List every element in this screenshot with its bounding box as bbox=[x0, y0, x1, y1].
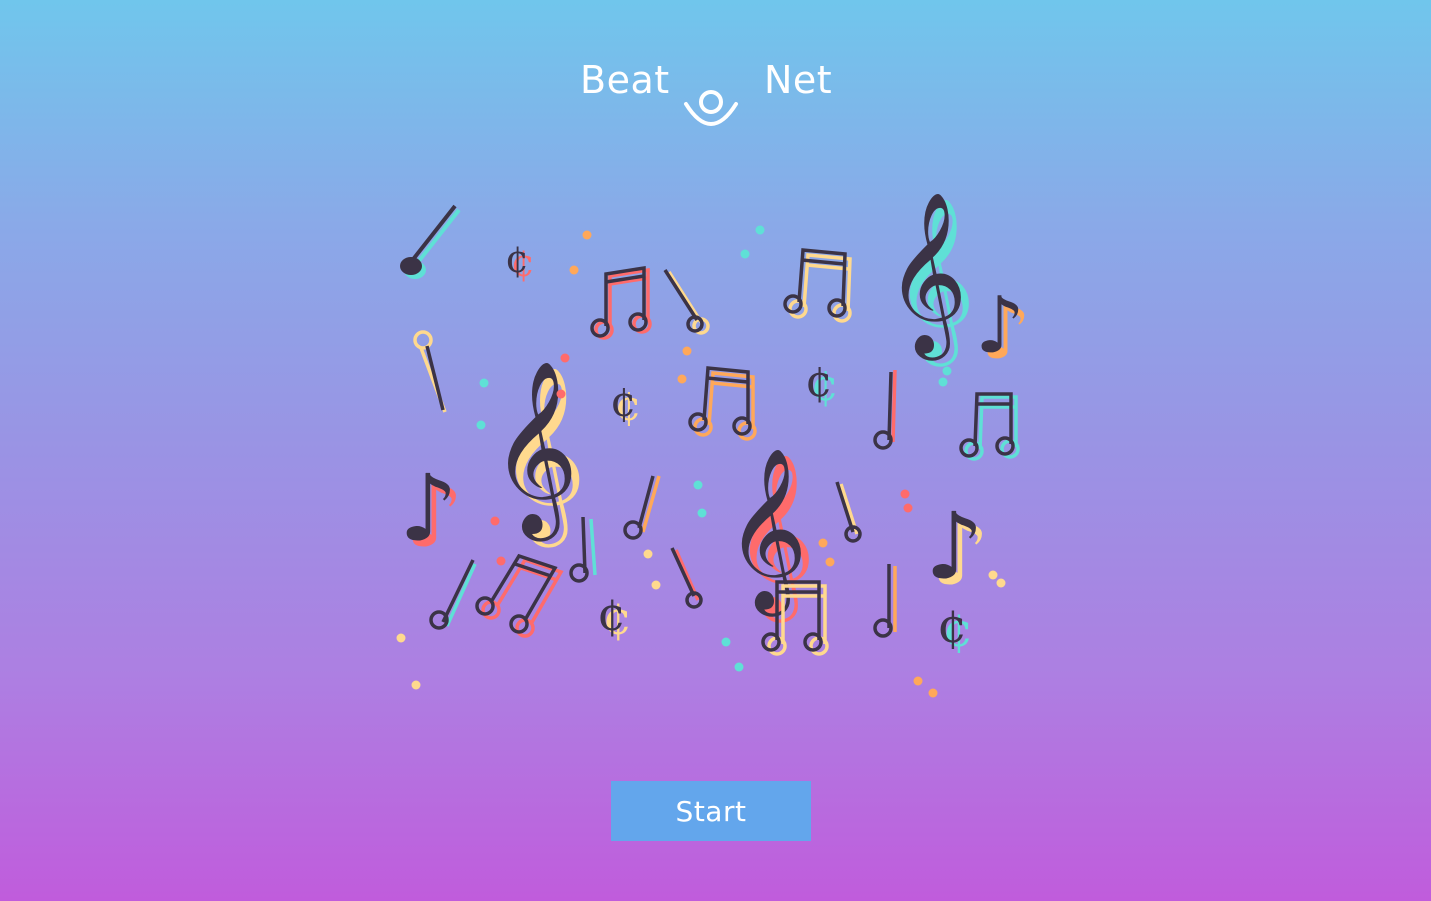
svg-text:𝄞: 𝄞 bbox=[885, 191, 968, 361]
treble-clef-icon: 𝄞 𝄞 bbox=[885, 191, 976, 367]
eighth-note-icon bbox=[400, 204, 461, 279]
svg-text:¢: ¢ bbox=[505, 237, 529, 281]
svg-text:♪: ♪ bbox=[975, 281, 1025, 371]
beamed-notes-icon bbox=[590, 265, 652, 340]
beamed-notes-icon bbox=[688, 366, 757, 441]
eighth-note-icon: ♪ ♪ bbox=[925, 493, 990, 606]
cut-time-icon: ¢ ¢ bbox=[937, 598, 974, 658]
beamed-notes-icon bbox=[783, 248, 852, 323]
music-notes-illustration: ¢ ¢ 𝄞 𝄞 ♪ ♪ 𝄞 𝄞 ¢ ¢ ¢ ¢ ♪ ♪ 𝄞 𝄞 ♪ ♪ ¢ ¢ … bbox=[396, 191, 1031, 698]
svg-text:¢: ¢ bbox=[937, 598, 968, 654]
half-note-icon bbox=[663, 269, 710, 335]
start-button[interactable]: Start bbox=[611, 781, 811, 841]
half-note-icon bbox=[429, 559, 477, 630]
app-logo: Beat Net bbox=[0, 56, 1431, 136]
eighth-note-icon: ♪ ♪ bbox=[399, 455, 464, 568]
eighth-note-icon: ♪ ♪ bbox=[975, 281, 1031, 377]
logo-text-net: Net bbox=[764, 58, 833, 102]
svg-text:¢: ¢ bbox=[610, 377, 637, 426]
beamed-notes-icon bbox=[475, 553, 564, 638]
treble-clef-icon: 𝄞 𝄞 bbox=[490, 360, 587, 548]
logo-text-beat: Beat bbox=[580, 58, 670, 102]
svg-text:¢: ¢ bbox=[597, 587, 626, 641]
smiley-mark-icon bbox=[684, 90, 738, 126]
beamed-notes-icon bbox=[959, 392, 1020, 461]
cut-time-icon: ¢ ¢ bbox=[610, 377, 642, 430]
svg-text:¢: ¢ bbox=[805, 356, 833, 407]
cut-time-icon: ¢ ¢ bbox=[805, 356, 839, 411]
svg-text:𝄞: 𝄞 bbox=[490, 360, 579, 542]
half-note-icon bbox=[873, 369, 897, 450]
cut-time-icon: ¢ ¢ bbox=[597, 587, 632, 645]
half-note-icon bbox=[873, 564, 897, 638]
cut-time-icon: ¢ ¢ bbox=[505, 237, 535, 285]
half-note-icon bbox=[413, 330, 447, 413]
svg-text:♪: ♪ bbox=[399, 455, 458, 562]
half-note-icon bbox=[623, 475, 661, 540]
half-note-icon bbox=[835, 481, 862, 543]
half-note-icon bbox=[670, 547, 703, 609]
svg-text:♪: ♪ bbox=[925, 493, 984, 600]
